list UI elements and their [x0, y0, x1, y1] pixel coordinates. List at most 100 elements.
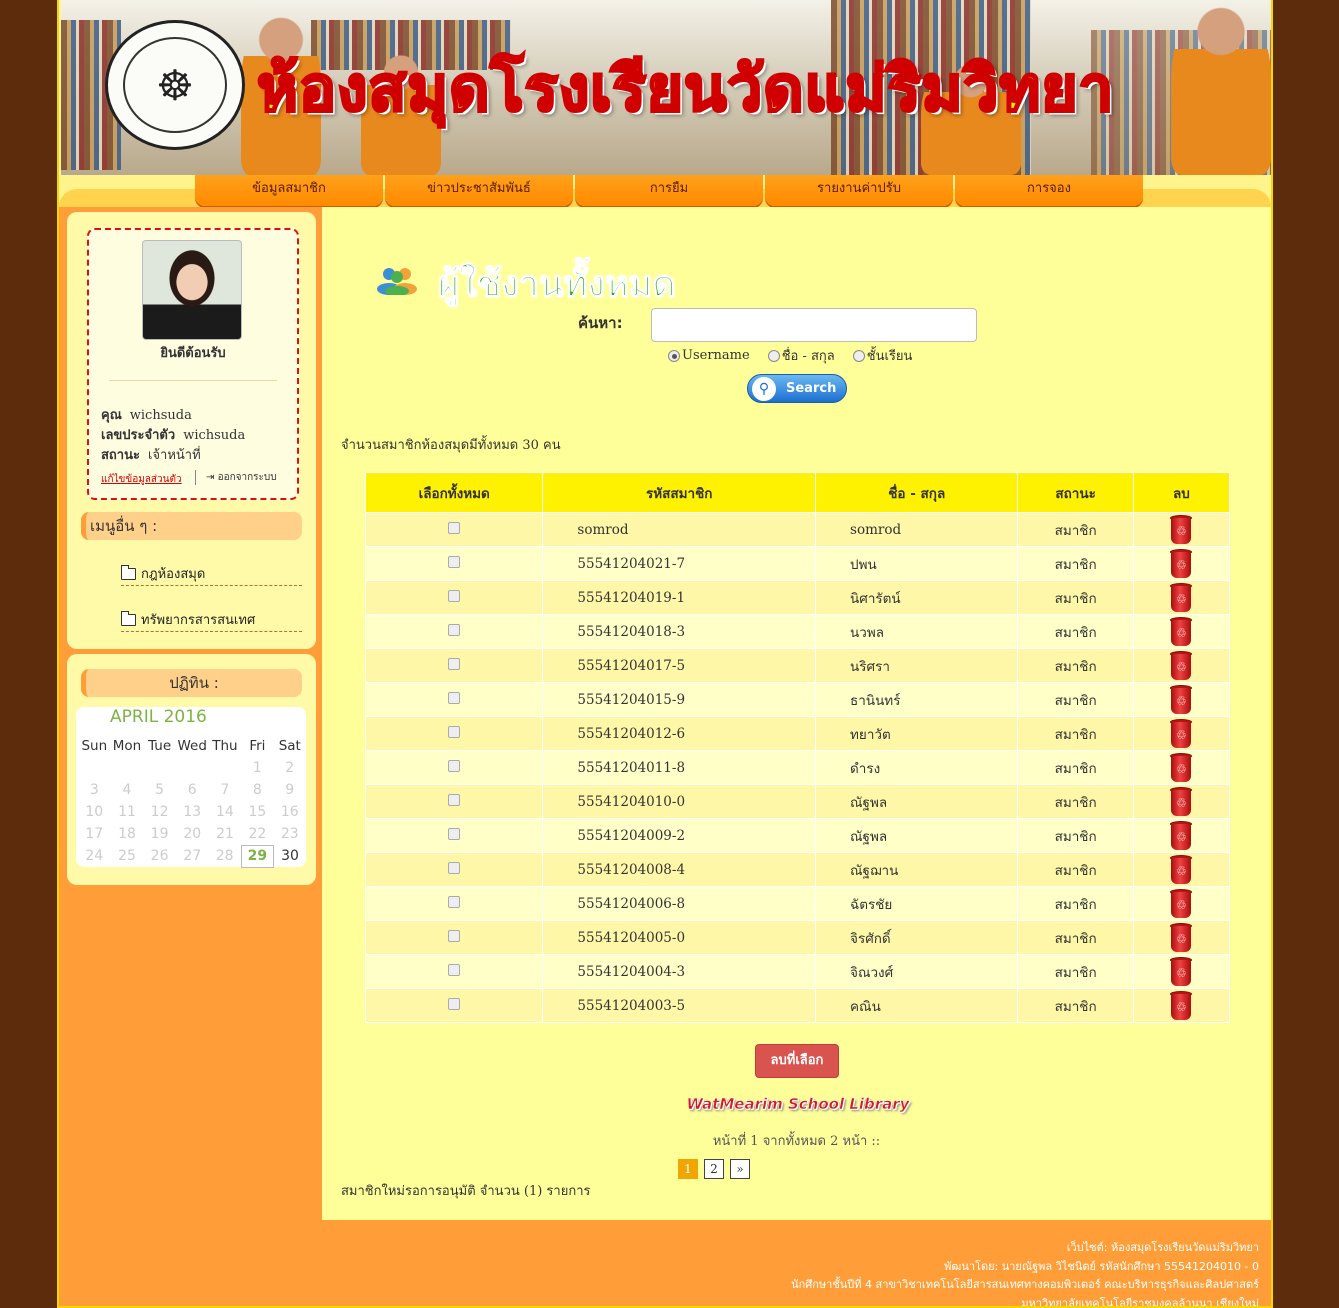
calendar-day[interactable]: 20	[176, 823, 209, 845]
calendar-day[interactable]: 23	[274, 823, 306, 845]
calendar-day[interactable]: 3	[78, 779, 111, 801]
delete-bin-icon[interactable]: ♲	[1170, 820, 1193, 851]
nav-item-member-info[interactable]: ข้อมูลสมาชิก	[195, 175, 383, 206]
calendar-day[interactable]: 25	[111, 845, 144, 867]
member-id: 55541204018-3	[577, 623, 686, 640]
calendar-day[interactable]: 2	[274, 757, 306, 779]
radio-username[interactable]: Username	[668, 345, 750, 366]
radio-button[interactable]	[767, 349, 780, 362]
calendar-day[interactable]: 8	[241, 779, 273, 801]
calendar-day[interactable]: 29	[240, 844, 275, 868]
nav-item-news[interactable]: ข่าวประชาสัมพันธ์	[385, 175, 573, 206]
radio-button[interactable]	[668, 349, 680, 362]
radio-button[interactable]	[852, 349, 865, 362]
calendar-day[interactable]: 28	[209, 845, 242, 867]
delete-bin-icon[interactable]: ♲	[1170, 922, 1193, 953]
calendar-day[interactable]: 11	[111, 801, 144, 823]
delete-bin-icon[interactable]: ♲	[1170, 786, 1193, 817]
row-checkbox[interactable]	[448, 861, 461, 874]
nav-item-reservation[interactable]: การจอง	[955, 175, 1143, 206]
calendar-day[interactable]: 27	[176, 845, 209, 867]
member-id: 55541204009-2	[577, 827, 686, 844]
calendar-day[interactable]: 18	[111, 823, 144, 845]
delete-selected-button[interactable]: ลบที่เลือก	[755, 1044, 839, 1078]
row-checkbox[interactable]	[448, 657, 461, 670]
row-checkbox[interactable]	[448, 555, 461, 568]
page-title: ผู้ใช้งานทั้งหมด	[438, 264, 677, 306]
member-id: 55541204008-4	[577, 861, 686, 878]
calendar-day[interactable]: 4	[111, 779, 144, 801]
delete-bin-icon[interactable]: ♲	[1170, 752, 1193, 783]
delete-bin-icon[interactable]: ♲	[1170, 718, 1193, 749]
row-checkbox[interactable]	[448, 793, 461, 806]
delete-bin-icon[interactable]: ♲	[1170, 582, 1193, 613]
edit-profile-link[interactable]: แก้ไขข้อมูลส่วนตัว	[101, 472, 182, 487]
calendar-day[interactable]: 7	[209, 779, 242, 801]
delete-bin-icon[interactable]: ♲	[1170, 684, 1193, 715]
delete-bin-icon[interactable]: ♲	[1170, 854, 1193, 885]
nav-item-borrowing[interactable]: การยืม	[575, 175, 763, 206]
radio-fullname[interactable]: ชื่อ - สกุล	[767, 345, 835, 366]
calendar-day[interactable]: 9	[274, 779, 306, 801]
row-checkbox[interactable]	[448, 725, 461, 738]
member-id: 55541204006-8	[577, 895, 686, 912]
delete-bin-icon[interactable]: ♲	[1170, 956, 1193, 987]
delete-bin-icon[interactable]: ♲	[1170, 888, 1193, 919]
radio-class[interactable]: ชั้นเรียน	[852, 345, 912, 366]
calendar-day[interactable]: 21	[209, 823, 242, 845]
calendar-day[interactable]: 13	[176, 801, 209, 823]
nav-item-fine-report[interactable]: รายงานค่าปรับ	[765, 175, 953, 206]
calendar-heading: ปฏิทิน :	[81, 669, 302, 697]
row-checkbox[interactable]	[448, 589, 461, 602]
calendar-day[interactable]: 6	[176, 779, 209, 801]
profile-id: wichsuda	[183, 428, 246, 443]
row-checkbox[interactable]	[448, 521, 461, 534]
status-header: สถานะ	[1017, 472, 1134, 513]
search-input[interactable]	[651, 308, 977, 342]
delete-bin-icon[interactable]: ♲	[1170, 514, 1193, 545]
row-checkbox[interactable]	[448, 963, 461, 976]
member-id: 55541204017-5	[577, 657, 686, 674]
logout-link[interactable]: ⇥ ออกจากระบบ	[195, 470, 277, 485]
calendar-day[interactable]: 16	[274, 801, 306, 823]
row-checkbox[interactable]	[448, 827, 461, 840]
page-link[interactable]: 2	[704, 1159, 724, 1179]
member-name: จิณวงศ์	[850, 964, 894, 981]
search-button[interactable]: ⚲ Search	[747, 374, 847, 403]
calendar-day[interactable]: 26	[143, 845, 175, 867]
calendar-day[interactable]: 15	[241, 801, 273, 823]
delete-bin-icon[interactable]: ♲	[1170, 650, 1193, 681]
calendar-day[interactable]: 12	[143, 801, 175, 823]
row-checkbox[interactable]	[448, 759, 461, 772]
pending-approval-text[interactable]: สมาชิกใหม่รอการอนุมัติ จำนวน (1) รายการ	[341, 1180, 591, 1201]
delete-bin-icon[interactable]: ♲	[1170, 548, 1193, 579]
page-current[interactable]: 1	[678, 1159, 698, 1179]
row-checkbox[interactable]	[448, 895, 461, 908]
row-checkbox[interactable]	[448, 691, 461, 704]
delete-bin-icon[interactable]: ♲	[1170, 990, 1193, 1021]
calendar-day[interactable]: 30	[274, 845, 306, 867]
row-checkbox[interactable]	[448, 929, 461, 942]
profile-name: wichsuda	[129, 408, 192, 423]
menu-item-information-resources[interactable]: ทรัพยากรสารสนเทศ	[121, 608, 302, 632]
select-all-header[interactable]: เลือกทั้งหมด	[364, 472, 544, 513]
menu-item-library-rules[interactable]: กฎห้องสมุด	[121, 562, 302, 586]
calendar-day[interactable]: 5	[143, 779, 175, 801]
delete-bin-icon[interactable]: ♲	[1170, 616, 1193, 647]
calendar-day[interactable]: 17	[78, 823, 111, 845]
weekday-label: Tue	[148, 738, 172, 754]
member-name: ปพน	[850, 556, 877, 573]
footer-line: พัฒนาโดย: นายณัฐพล วิไชนิตย์ รหัสนักศึกษ…	[944, 1259, 1259, 1273]
calendar-day	[78, 757, 111, 779]
calendar-day[interactable]: 10	[78, 801, 111, 823]
calendar-day[interactable]: 19	[143, 823, 175, 845]
row-checkbox[interactable]	[448, 997, 461, 1010]
search-type-group: Username ชื่อ - สกุล ชั้นเรียน	[668, 345, 912, 366]
calendar-day[interactable]: 14	[209, 801, 242, 823]
row-checkbox[interactable]	[448, 623, 461, 636]
calendar-day[interactable]: 24	[78, 845, 111, 867]
calendar-day[interactable]: 22	[241, 823, 273, 845]
calendar-day[interactable]: 1	[241, 757, 273, 779]
member-status: สมาชิก	[1054, 658, 1097, 675]
page-link[interactable]: »	[730, 1159, 750, 1179]
